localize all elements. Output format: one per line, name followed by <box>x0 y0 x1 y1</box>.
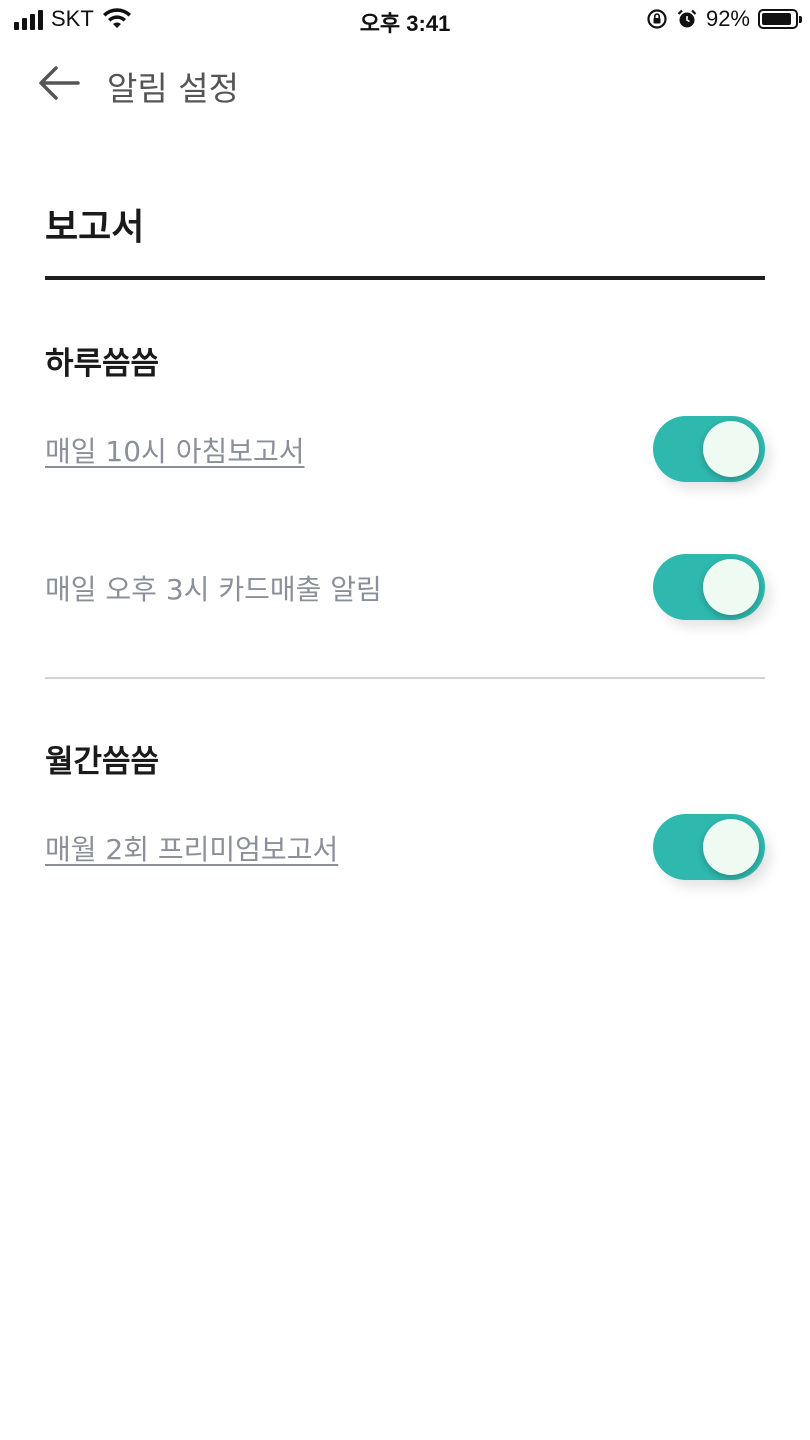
battery-icon <box>758 9 802 29</box>
daily-card-sales-label: 매일 오후 3시 카드매출 알림 <box>45 573 382 606</box>
group-title-monthly: 월간씀씀 <box>45 744 160 780</box>
page-title: 알림 설정 <box>107 69 239 108</box>
toggle-knob <box>703 421 759 477</box>
rotation-lock-icon <box>647 9 667 29</box>
arrow-left-icon[interactable] <box>34 60 84 106</box>
battery-percentage: 92% <box>705 6 750 31</box>
status-bar: SKT 오후 3:41 92% <box>0 0 810 42</box>
group-divider <box>45 677 765 679</box>
monthly-premium-report-label[interactable]: 매월 2회 프리미엄보고서 <box>45 828 338 868</box>
alarm-icon <box>677 9 697 28</box>
daily-morning-report-label[interactable]: 매일 10시 아침보고서 <box>45 430 305 470</box>
daily-card-sales-toggle[interactable] <box>653 554 765 620</box>
group-title-daily: 하루씀씀 <box>45 346 160 382</box>
toggle-knob <box>703 819 759 875</box>
status-right: 92% <box>646 6 802 32</box>
toggle-knob <box>703 559 759 615</box>
battery-level <box>762 13 792 25</box>
app-header: 알림 설정 <box>0 56 810 110</box>
daily-morning-report-toggle[interactable] <box>653 416 765 482</box>
section-title: 보고서 <box>45 207 145 248</box>
section-divider <box>45 276 765 280</box>
monthly-premium-report-toggle[interactable] <box>653 814 765 880</box>
